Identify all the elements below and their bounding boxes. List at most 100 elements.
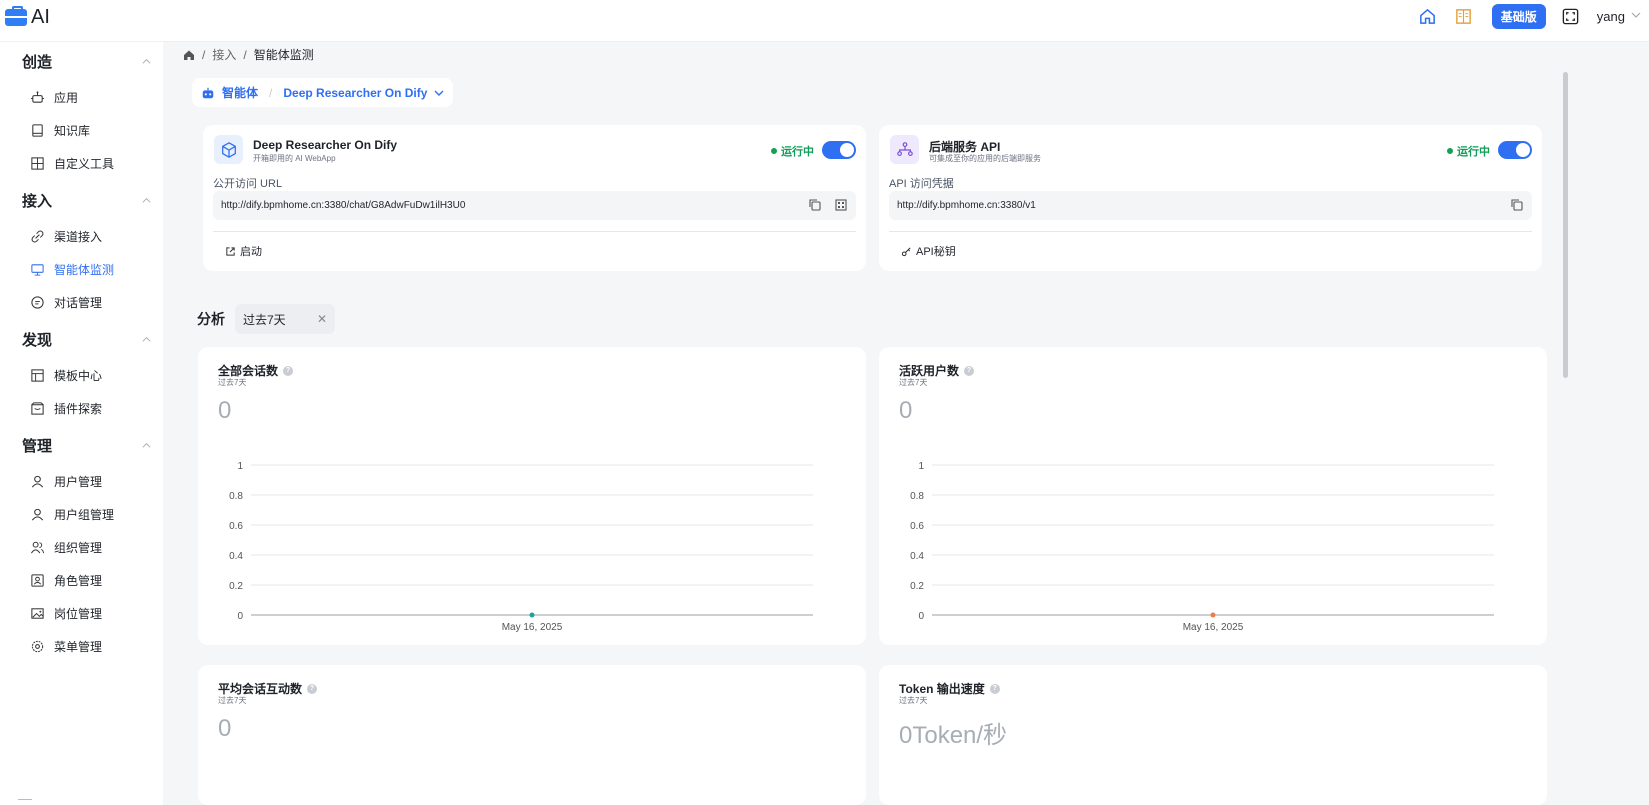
y-tick-label: 0.2	[910, 581, 924, 592]
chevron-up-icon[interactable]	[140, 55, 152, 67]
sidebar-item-channels[interactable]: 渠道接入	[30, 225, 102, 247]
help-icon[interactable]: ?	[283, 365, 294, 376]
scrollbar[interactable]	[1563, 72, 1568, 378]
id-card-icon	[31, 573, 44, 587]
data-point	[1210, 612, 1216, 618]
sidebar-item-roles[interactable]: 角色管理	[30, 569, 102, 591]
home-icon[interactable]	[183, 49, 195, 61]
link-icon	[31, 230, 44, 242]
y-tick-label: 0	[237, 611, 243, 622]
status-text: 运行中	[1457, 146, 1490, 158]
metric-period: 过去7天	[218, 378, 247, 387]
y-tick-label: 1	[237, 461, 243, 472]
home-icon[interactable]	[1418, 6, 1438, 26]
api-card: 后端服务 API 可集成至你的应用的后端即服务 运行中 API 访问凭据 htt…	[879, 125, 1542, 271]
help-icon[interactable]: ?	[989, 683, 1000, 694]
sidebar-item-apps[interactable]: 应用	[30, 86, 78, 108]
url-text: http://dify.bpmhome.cn:3380/chat/G8AdwFu…	[221, 200, 466, 211]
y-tick-label: 0.8	[910, 491, 924, 502]
copy-icon[interactable]	[1510, 198, 1524, 212]
public-url-field[interactable]: http://dify.bpmhome.cn:3380/chat/G8AdwFu…	[213, 191, 856, 220]
status-dot	[1447, 148, 1453, 154]
sidebar-item-label: 组织管理	[54, 540, 103, 555]
sidebar-item-menus[interactable]: 菜单管理	[30, 635, 102, 657]
section-title: 管理	[22, 437, 53, 455]
section-title: 发现	[22, 331, 53, 349]
launch-button[interactable]: 启动	[225, 243, 262, 259]
y-tick-label: 1	[918, 461, 924, 472]
layout-icon	[31, 368, 44, 382]
app-logo[interactable]: AI	[5, 6, 50, 29]
sidebar-item-agent-monitor[interactable]: 智能体监测	[30, 258, 114, 280]
url-label: 公开访问 URL	[213, 178, 283, 190]
agent-selector[interactable]: 智能体 / Deep Researcher On Dify	[192, 78, 454, 107]
api-url-field[interactable]: http://dify.bpmhome.cn:3380/v1	[889, 191, 1532, 220]
sidebar-section-create[interactable]: 创造	[22, 51, 152, 71]
qrcode-icon[interactable]	[834, 198, 848, 212]
sidebar-item-label: 应用	[54, 90, 79, 105]
chevron-up-icon[interactable]	[140, 439, 152, 451]
copy-icon[interactable]	[808, 198, 822, 212]
chevron-up-icon[interactable]	[140, 194, 152, 206]
sidebar-item-label: 自定义工具	[54, 156, 115, 171]
sidebar-item-label: 角色管理	[54, 573, 103, 588]
sidebar-item-orgs[interactable]: 组织管理	[30, 536, 102, 558]
period-select[interactable]: 过去7天 ✕	[235, 304, 335, 334]
metric-card-avg-interactions: 平均会话互动数? 过去7天 0	[198, 665, 866, 805]
metric-period: 过去7天	[899, 378, 928, 387]
agent-name[interactable]: Deep Researcher On Dify	[283, 86, 427, 100]
api-key-button[interactable]: API秘钥	[901, 243, 956, 259]
sidebar-item-conversations[interactable]: 对话管理	[30, 291, 102, 313]
cube-icon	[214, 135, 243, 164]
fullscreen-icon[interactable]	[1561, 6, 1581, 26]
sidebar-item-label: 知识库	[54, 123, 91, 138]
active-users-chart: 1 0.8 0.6 0.4 0.2 0 May 16, 2025	[910, 461, 1494, 633]
docs-icon[interactable]	[1454, 6, 1474, 26]
sidebar-item-knowledge[interactable]: 知识库	[30, 119, 90, 141]
sidebar-item-label: 插件探索	[54, 401, 103, 416]
plan-badge[interactable]: 基础版	[1491, 3, 1546, 29]
collapse-sidebar-icon[interactable]	[18, 799, 32, 805]
user-name[interactable]: yang	[1597, 9, 1625, 24]
breadcrumb-item[interactable]: 接入	[212, 46, 236, 63]
sidebar-section-discover[interactable]: 发现	[22, 329, 152, 349]
webapp-title: Deep Researcher On Dify	[253, 138, 398, 152]
chevron-down-icon[interactable]	[434, 88, 444, 98]
metric-card-token-speed: Token 输出速度? 过去7天 0Token/秒	[879, 665, 1547, 805]
chevron-down-icon[interactable]	[1631, 10, 1649, 23]
breadcrumb-separator: /	[202, 47, 206, 62]
sidebar-item-plugins[interactable]: 插件探索	[30, 397, 102, 419]
y-tick-label: 0.6	[910, 521, 924, 532]
robot-icon	[30, 90, 45, 103]
status-dot	[771, 148, 777, 154]
image-icon	[31, 607, 44, 619]
sidebar-item-user-groups[interactable]: 用户组管理	[30, 503, 114, 525]
status-badge: 运行中	[1447, 143, 1490, 159]
sidebar-item-label: 模板中心	[54, 368, 103, 383]
sidebar-item-tools[interactable]: 自定义工具	[30, 152, 114, 174]
metric-period: 过去7天	[899, 696, 928, 705]
api-toggle[interactable]	[1498, 141, 1532, 159]
sidebar-section-access[interactable]: 接入	[22, 190, 152, 210]
sidebar-item-positions[interactable]: 岗位管理	[30, 602, 102, 624]
sidebar-item-users[interactable]: 用户管理	[30, 470, 102, 492]
external-link-icon	[226, 246, 235, 256]
status-text: 运行中	[781, 146, 814, 158]
clear-icon[interactable]: ✕	[317, 312, 327, 326]
sidebar-item-templates[interactable]: 模板中心	[30, 364, 102, 386]
analysis-header: 分析 过去7天 ✕	[197, 304, 335, 334]
chevron-up-icon[interactable]	[140, 333, 152, 345]
sidebar-item-label: 渠道接入	[54, 229, 103, 244]
user-icon	[31, 475, 44, 487]
analysis-title: 分析	[197, 311, 225, 327]
metric-card-conversations: 全部会话数? 过去7天 0 1 0.8 0.6 0.4 0.2 0 May 16, 2025	[198, 347, 866, 645]
x-tick-label: May 16, 2025	[1183, 622, 1244, 633]
breadcrumb-separator: /	[243, 47, 247, 62]
tool-icon	[31, 156, 44, 170]
help-icon[interactable]: ?	[964, 365, 975, 376]
divider	[889, 231, 1532, 232]
webapp-toggle[interactable]	[822, 141, 856, 159]
sidebar-item-label: 用户管理	[54, 474, 103, 489]
help-icon[interactable]: ?	[307, 683, 318, 694]
sidebar-section-manage[interactable]: 管理	[22, 435, 152, 455]
